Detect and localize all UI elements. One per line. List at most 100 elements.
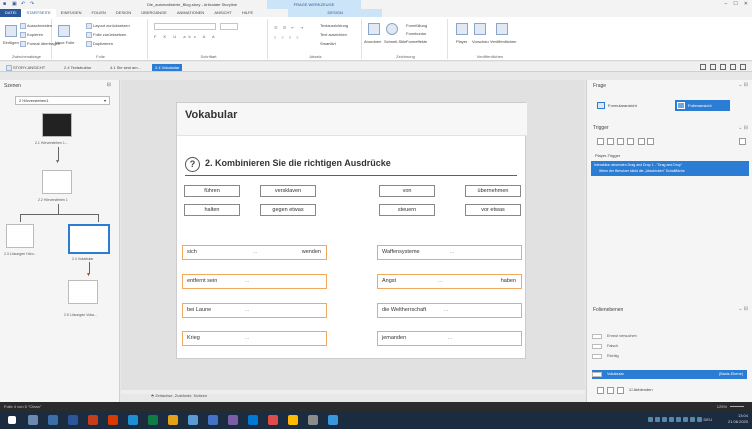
trigger-options-icon[interactable] <box>739 138 746 145</box>
save-icon[interactable]: ▣ <box>12 1 17 7</box>
tray-icon[interactable] <box>675 417 681 422</box>
chrome-app-icon[interactable] <box>268 415 278 425</box>
trigger-row-selected[interactable]: Interaktion absenden Drag and Drop 1 - "… <box>591 161 749 176</box>
font-size-select[interactable] <box>220 23 238 30</box>
cut-button[interactable]: Ausschneiden <box>20 23 52 29</box>
tab-question-design[interactable]: DESIGN <box>288 9 383 17</box>
font-family-select[interactable] <box>154 23 216 30</box>
tab-transitions[interactable]: ÜBERGÄNGE <box>136 9 172 17</box>
tray-icon[interactable] <box>661 417 667 422</box>
new-slide-icon[interactable] <box>58 25 70 37</box>
scene-thumb-3[interactable] <box>6 224 34 248</box>
tray-icon[interactable] <box>668 417 674 422</box>
triggers-collapse-icon[interactable]: ⌄ ⊟ <box>738 125 748 131</box>
zoom-slider[interactable] <box>730 406 744 407</box>
quick-styles-button[interactable]: Schnell-Stile <box>384 39 406 44</box>
drag-word[interactable]: vor etwas <box>465 204 521 216</box>
drag-word[interactable]: führen <box>184 185 240 197</box>
drop-target[interactable]: die Weltherrschaft... <box>377 303 522 318</box>
scene-thumb-5[interactable] <box>68 280 98 304</box>
outlook-app-icon[interactable] <box>248 415 258 425</box>
arrange-button[interactable]: Anordnen <box>364 39 381 44</box>
undo-icon[interactable]: ↶ <box>21 1 26 7</box>
tab-slides[interactable]: FOLIEN <box>86 9 110 17</box>
onenote-app-icon[interactable] <box>228 415 238 425</box>
view-grid-icon[interactable] <box>710 64 716 70</box>
player-button[interactable]: Player <box>456 39 467 44</box>
timeline-states-notes-toggle[interactable]: ⬘ Zeitachse, Zustände, Notizen <box>151 393 207 398</box>
tray-icon[interactable] <box>647 417 653 422</box>
layout-button[interactable]: Layout zurücksetzen <box>86 23 130 29</box>
tray-icon[interactable] <box>689 417 695 422</box>
new-slide-button[interactable]: Neue Folie <box>55 40 74 45</box>
quick-styles-icon[interactable] <box>386 23 398 35</box>
shape-outline-button[interactable]: Formkontur <box>406 31 426 36</box>
tab-insert[interactable]: EINFÜGEN <box>56 9 87 17</box>
word-app-icon[interactable] <box>68 415 78 425</box>
app-icon[interactable] <box>328 415 338 425</box>
teams-app-icon[interactable] <box>208 415 218 425</box>
shape-effects-button[interactable]: Formeffekte <box>406 39 427 44</box>
drop-target[interactable]: bei Laune... <box>182 303 327 318</box>
drag-word[interactable]: übernehmen <box>465 185 521 197</box>
shape-fill-button[interactable]: Formfüllung <box>406 23 427 28</box>
windows-start-icon[interactable] <box>8 416 16 424</box>
duplicate-layer-icon[interactable] <box>607 387 614 394</box>
slide-view-button[interactable]: Folienansicht <box>675 100 730 111</box>
powerpoint-app-icon[interactable] <box>88 415 98 425</box>
scene-select[interactable]: 2 Hörverstehen1 ▾ <box>15 96 110 105</box>
layers-collapse-icon[interactable]: ⌄ ⊟ <box>738 306 748 312</box>
drop-target[interactable]: Waffensysteme... <box>377 245 522 260</box>
story-view-tab[interactable]: STORY-ANSICHT <box>6 64 45 71</box>
scene-thumb-2[interactable] <box>42 170 72 194</box>
explorer-app-icon[interactable] <box>168 415 178 425</box>
layer-row[interactable]: Falsch <box>592 342 618 351</box>
arrange-icon[interactable] <box>368 23 380 35</box>
drag-word[interactable]: von <box>379 185 435 197</box>
drag-word[interactable]: steuern <box>379 204 435 216</box>
list-buttons[interactable]: ☰ ☰ ⇤ ⇥ <box>274 25 305 30</box>
layer-row[interactable]: Richtig <box>592 352 619 361</box>
drop-target[interactable]: entfernt sein... <box>182 274 327 289</box>
doc-tab-1[interactable]: 2.4 Textstruktur <box>64 64 91 71</box>
minimize-button[interactable]: – <box>725 1 728 7</box>
smartart-button[interactable]: SmartArt <box>320 41 336 46</box>
doc-tab-active[interactable]: 2.4 Vokabular <box>152 64 183 71</box>
view-split-icon[interactable] <box>720 64 726 70</box>
slide-canvas[interactable]: Vokabular ? 2. Kombinieren Sie die richt… <box>176 102 527 359</box>
new-trigger-icon[interactable] <box>597 138 604 145</box>
drag-word[interactable]: versklaven <box>260 185 316 197</box>
delete-trigger-icon[interactable] <box>627 138 634 145</box>
new-layer-icon[interactable] <box>597 387 604 394</box>
layer-row[interactable]: Erneut versuchen <box>592 332 637 341</box>
zoom-level[interactable]: 125% <box>717 404 727 409</box>
move-up-icon[interactable] <box>638 138 645 145</box>
drag-word[interactable]: halten <box>184 204 240 216</box>
scene-thumb-4-selected[interactable] <box>68 224 110 254</box>
settings-app-icon[interactable] <box>308 415 318 425</box>
folder-app-icon[interactable] <box>288 415 298 425</box>
acrobat-app-icon[interactable] <box>108 415 118 425</box>
form-view-button[interactable]: Formularansicht <box>595 100 665 111</box>
reset-button[interactable]: Folie zurücksetzen <box>86 32 126 38</box>
view-scene-icon[interactable] <box>730 64 736 70</box>
base-layer-row[interactable]: Vokabular (Basis-Ebene) <box>592 370 747 379</box>
copy-trigger-icon[interactable] <box>617 138 624 145</box>
player-icon[interactable] <box>456 23 468 35</box>
tray-icon[interactable] <box>654 417 660 422</box>
text-align-button[interactable]: Text ausrichten <box>320 32 347 37</box>
tab-file[interactable]: DATEI <box>0 9 22 17</box>
font-style-buttons[interactable]: F K U abc A A <box>154 34 218 39</box>
drag-word[interactable]: gegen etwas <box>260 204 316 216</box>
close-button[interactable]: ✕ <box>744 1 748 7</box>
maximize-button[interactable]: ☐ <box>733 1 737 7</box>
tray-icon[interactable] <box>682 417 688 422</box>
edit-trigger-icon[interactable] <box>607 138 614 145</box>
panel-options-icon[interactable]: ⌄ ⊟ <box>738 82 748 88</box>
language-indicator[interactable]: DEU <box>704 417 712 422</box>
delete-layer-icon[interactable] <box>617 387 624 394</box>
paste-icon[interactable] <box>5 25 17 37</box>
task-view-icon[interactable] <box>48 415 58 425</box>
pin-icon[interactable]: ⊟ <box>107 82 111 88</box>
drop-target[interactable]: sich... wenden <box>182 245 327 260</box>
